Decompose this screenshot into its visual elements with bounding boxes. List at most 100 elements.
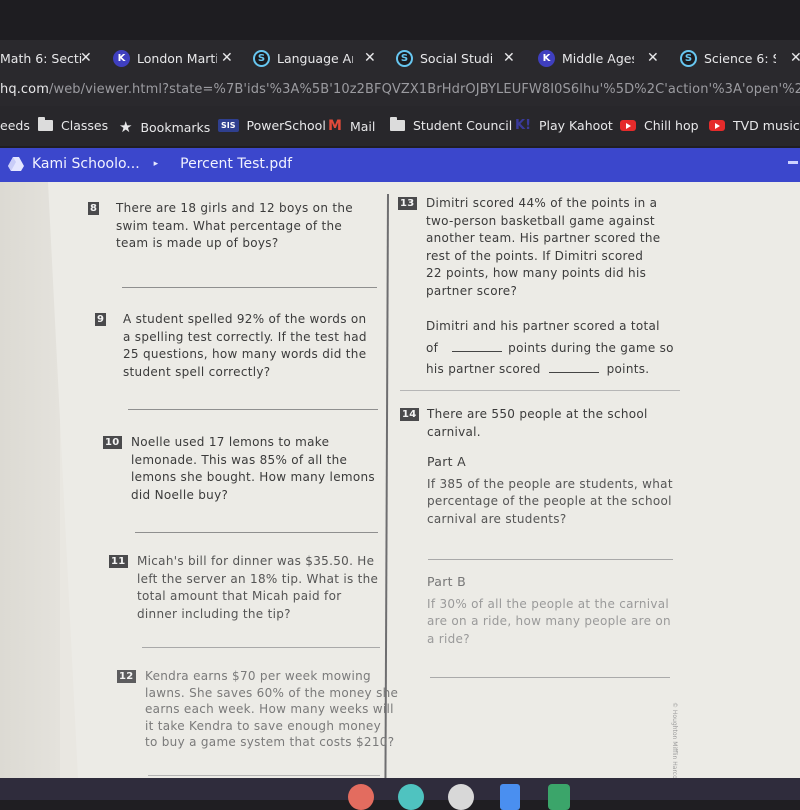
bookmark-label: Bookmarks (140, 119, 211, 135)
fill-line-2b: points during the game so (508, 340, 674, 355)
question-13: 13 Dimitri scored 44% of the points in a… (398, 195, 674, 379)
bookmark-student-council[interactable]: Student Council (390, 117, 513, 133)
question-number: 8 (88, 202, 100, 215)
app-icon[interactable] (398, 784, 424, 810)
bookmark-label: Chill hop (644, 118, 699, 133)
tab-middle-ages[interactable]: K Middle Ages ✕ (538, 46, 659, 70)
close-icon[interactable]: ✕ (221, 50, 233, 66)
tab-label: Middle Ages (562, 50, 634, 66)
page-shadow (0, 182, 60, 778)
question-14-part-b: Part B If 30% of all the people at the c… (427, 573, 671, 648)
bookmark-label: Classes (61, 118, 109, 133)
answer-line-14b[interactable] (430, 677, 670, 678)
question-text: There are 550 people at the school carni… (427, 407, 648, 439)
tab-label: London Marti (137, 50, 217, 66)
os-taskbar (0, 778, 800, 810)
bookmark-powerschool[interactable]: SIS PowerSchool (218, 118, 326, 133)
close-icon[interactable]: ✕ (647, 50, 659, 66)
bookmark-mail[interactable]: M Mail (328, 118, 375, 134)
question-11: 11 Micah's bill for dinner was $35.50. H… (109, 553, 378, 623)
url-path: /web/viewer.html?state=%7B'ids'%3A%5B'10… (49, 82, 800, 97)
breadcrumb-root[interactable]: Kami Schoolo... (32, 156, 140, 172)
tab-math-6[interactable]: Math 6: Secti ✕ (0, 46, 92, 70)
fill-line-2a: of (426, 340, 439, 355)
tab-language-arts[interactable]: S Language Ar ✕ (253, 46, 376, 70)
tab-social-studies[interactable]: S Social Studie ✕ (396, 46, 515, 70)
question-8: 8 There are 18 girls and 12 boys on the … (88, 200, 353, 253)
part-b-text: If 30% of all the people at the carnival… (427, 596, 671, 646)
part-a-text: If 385 of the people are students, what … (427, 476, 673, 526)
fill-line-1: Dimitri and his partner scored a total (426, 319, 660, 333)
menu-icon[interactable] (788, 161, 798, 164)
question-number: 10 (103, 436, 122, 449)
answer-line-12[interactable] (148, 775, 380, 776)
bookmark-tvd-music[interactable]: TVD music (709, 118, 800, 133)
url-text[interactable]: hq.com/web/viewer.html?state=%7B'ids'%3A… (0, 82, 800, 97)
blank-total-points[interactable] (452, 350, 503, 352)
bookmark-classes[interactable]: Classes (38, 117, 109, 133)
question-text: A student spelled 92% of the words on a … (123, 312, 367, 379)
blank-partner-points[interactable] (548, 372, 599, 373)
bookmark-label: Student Council (413, 118, 513, 133)
document-title: Percent Test.pdf (180, 156, 293, 172)
answer-line-14a[interactable] (428, 559, 673, 560)
tab-label: Language Ar (277, 50, 353, 66)
question-9: 9 A student spelled 92% of the words on … (95, 311, 367, 381)
docs-icon[interactable] (500, 784, 520, 810)
close-icon[interactable]: ✕ (503, 50, 515, 66)
answer-line-8[interactable] (122, 287, 377, 288)
answer-line-10[interactable] (135, 532, 378, 533)
question-text: There are 18 girls and 12 boys on the sw… (116, 201, 353, 250)
question-number: 12 (117, 670, 136, 683)
part-a-label: Part A (427, 454, 467, 469)
screen-bezel (0, 0, 800, 40)
kahoot-icon: K (538, 49, 555, 67)
question-12: 12 Kendra earns $70 per week mowing lawn… (117, 668, 398, 751)
close-icon[interactable]: ✕ (364, 50, 376, 66)
kami-header: Kami Schoolo... ▸ Percent Test.pdf (0, 148, 800, 182)
answer-line-9[interactable] (128, 409, 378, 410)
part-b-label: Part B (427, 574, 467, 589)
question-text: Micah's bill for dinner was $35.50. He l… (137, 554, 379, 621)
bookmark-play-kahoot[interactable]: K! Play Kahoot (515, 118, 613, 133)
question-number: 11 (109, 555, 128, 568)
copyright-notice: © Houghton Mifflin Harcourt (671, 702, 678, 778)
address-bar[interactable]: hq.com/web/viewer.html?state=%7B'ids'%3A… (0, 74, 800, 106)
drive-icon[interactable] (548, 784, 570, 810)
bookmark-feeds[interactable]: eeds (0, 118, 30, 133)
breadcrumb: Kami Schoolo... ▸ Percent Test.pdf (8, 156, 292, 172)
gmail-icon: M (328, 118, 342, 134)
star-icon: ★ (119, 118, 133, 136)
answer-line-11[interactable] (142, 647, 380, 648)
close-icon[interactable]: ✕ (80, 50, 92, 66)
youtube-icon (709, 120, 725, 131)
fill-line-3b: points. (606, 362, 650, 376)
bookmark-label: Mail (349, 118, 376, 134)
kahoot-icon: K (113, 49, 130, 67)
question-text: Kendra earns $70 per week mowing lawns. … (145, 669, 399, 749)
question-10: 10 Noelle used 17 lemons to make lemonad… (103, 434, 375, 504)
google-drive-icon (8, 157, 24, 171)
bookmark-bookmarks[interactable]: ★ Bookmarks (119, 118, 210, 136)
folder-icon (38, 117, 53, 131)
bookmark-label: TVD music (733, 118, 800, 133)
tab-science-6[interactable]: S Science 6: Se ✕ (680, 46, 800, 70)
question-14: 14 There are 550 people at the school ca… (400, 406, 673, 528)
breadcrumb-separator-icon: ▸ (153, 159, 159, 169)
url-host: hq.com (0, 82, 49, 97)
close-icon[interactable]: ✕ (790, 50, 800, 66)
youtube-icon (620, 120, 636, 131)
tab-london-martin[interactable]: K London Marti ✕ (113, 46, 233, 70)
bookmark-label: PowerSchool (246, 118, 326, 133)
tab-label: Math 6: Secti (0, 50, 83, 66)
fill-in-sentence: Dimitri and his partner scored a total o… (426, 318, 674, 379)
section-divider (400, 390, 680, 391)
folder-icon (390, 117, 405, 131)
tab-label: Social Studie (420, 50, 492, 66)
play-store-icon[interactable] (448, 784, 474, 810)
bookmark-chill-hop[interactable]: Chill hop (620, 118, 699, 133)
chrome-app-icon[interactable] (348, 784, 374, 810)
kahoot-icon: K! (515, 118, 532, 133)
tab-label: Science 6: Se (704, 50, 776, 66)
question-number: 9 (95, 313, 107, 326)
